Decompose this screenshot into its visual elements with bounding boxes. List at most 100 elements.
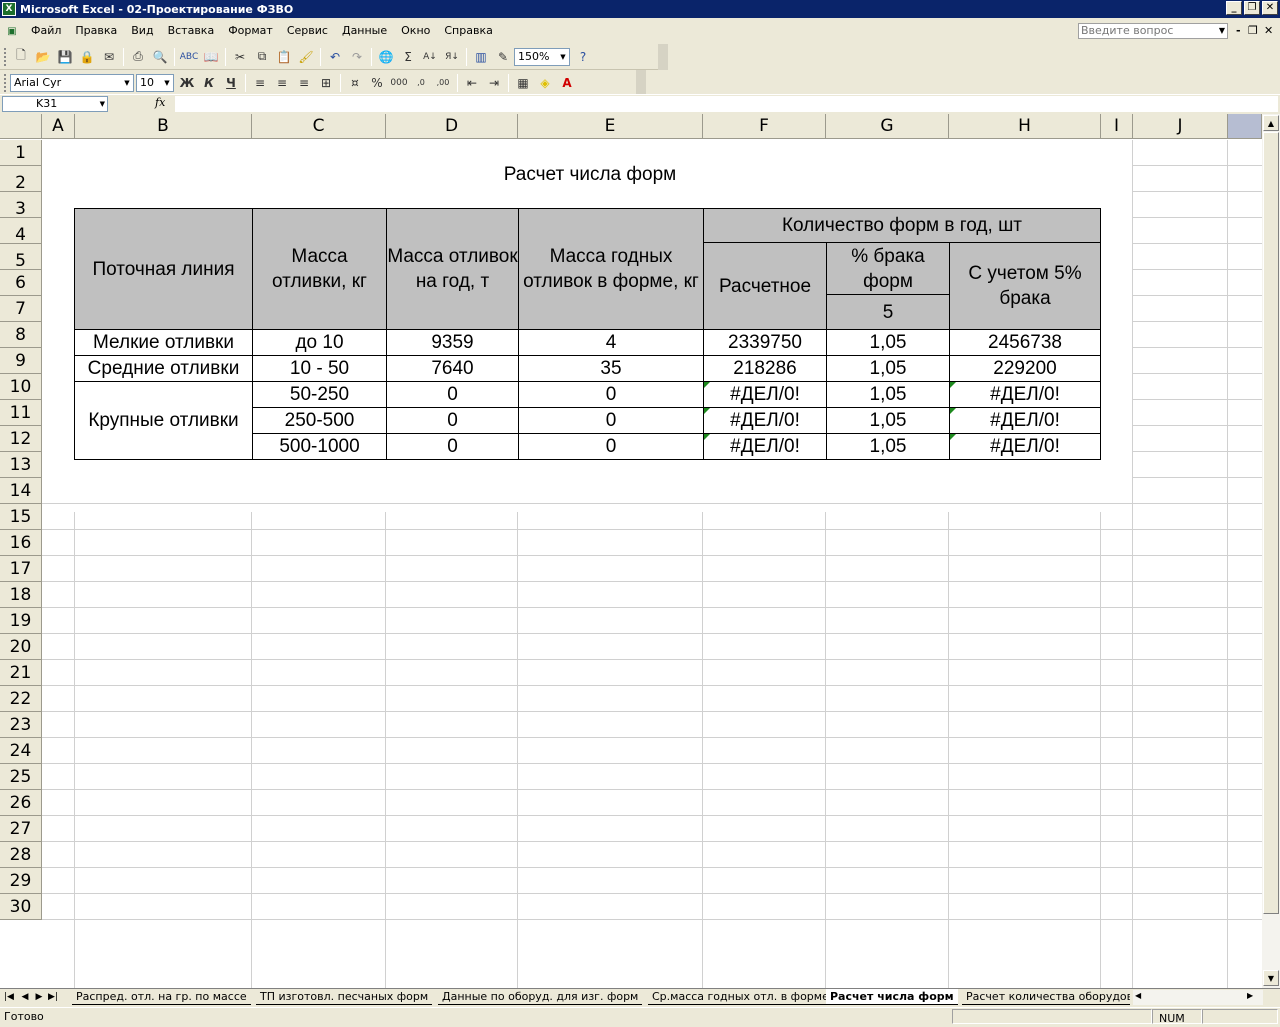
prev-sheet-icon[interactable]: ◀ [18, 990, 32, 1004]
align-center-icon[interactable]: ≡ [271, 72, 293, 94]
row-header[interactable]: 13 [0, 452, 42, 478]
open-icon[interactable]: 📂 [32, 46, 54, 68]
cell-good[interactable]: 0 [518, 381, 704, 408]
header-mass-good[interactable]: Масса годных отливок в форме, кг [518, 208, 704, 330]
align-right-icon[interactable]: ≡ [293, 72, 315, 94]
minimize-button[interactable]: _ [1226, 1, 1242, 15]
menu-file[interactable]: Файл [24, 21, 68, 41]
cell-mass[interactable]: 250-500 [252, 407, 387, 434]
sheet-tab[interactable]: ТП изготовл. песчаных форм [256, 989, 433, 1005]
print-preview-icon[interactable]: 🔍 [149, 46, 171, 68]
increase-indent-icon[interactable]: ⇥ [483, 72, 505, 94]
menu-help[interactable]: Справка [437, 21, 499, 41]
row-header[interactable]: 1 [0, 140, 42, 166]
column-header[interactable]: D [386, 114, 518, 139]
menu-window[interactable]: Окно [394, 21, 437, 41]
print-icon[interactable]: ⎙ [127, 46, 149, 68]
header-with-defect[interactable]: С учетом 5% брака [949, 242, 1101, 330]
menu-tools[interactable]: Сервис [280, 21, 335, 41]
row-header[interactable]: 7 [0, 296, 42, 322]
row-header[interactable]: 28 [0, 842, 42, 868]
cell-coefficient[interactable]: 1,05 [826, 381, 950, 408]
cell-year[interactable]: 0 [386, 433, 519, 460]
toolbar-grip[interactable] [4, 47, 7, 66]
cell-good[interactable]: 4 [518, 329, 704, 356]
italic-button[interactable]: К [198, 72, 220, 94]
font-color-icon[interactable]: A [556, 72, 578, 94]
row-header[interactable]: 20 [0, 634, 42, 660]
decrease-indent-icon[interactable]: ⇤ [461, 72, 483, 94]
cell-year[interactable]: 0 [386, 381, 519, 408]
row-header[interactable]: 23 [0, 712, 42, 738]
close-button[interactable]: ✕ [1262, 1, 1278, 15]
cell-calculated[interactable]: 2339750 [703, 329, 827, 356]
cell-total[interactable]: #ДЕЛ/0! [949, 407, 1101, 434]
cell-line[interactable]: Мелкие отливки [74, 329, 253, 356]
cell-total[interactable]: #ДЕЛ/0! [949, 433, 1101, 460]
header-mass-casting[interactable]: Масса отливки, кг [252, 208, 387, 330]
paste-icon[interactable]: 📋 [273, 46, 295, 68]
doc-close-button[interactable]: ✕ [1264, 24, 1273, 37]
column-header[interactable]: I [1101, 114, 1133, 139]
cell-calculated[interactable]: #ДЕЛ/0! [703, 433, 827, 460]
scroll-right-icon[interactable]: ▶ [1247, 991, 1253, 1000]
scroll-up-icon[interactable]: ▲ [1263, 115, 1279, 131]
cell-year[interactable]: 0 [386, 407, 519, 434]
currency-icon[interactable]: ¤ [344, 72, 366, 94]
column-header[interactable]: E [518, 114, 703, 139]
borders-icon[interactable]: ▦ [512, 72, 534, 94]
font-name-select[interactable]: Arial Cyr ▼ [10, 73, 134, 92]
cell-year[interactable]: 9359 [386, 329, 519, 356]
cell-coefficient[interactable]: 1,05 [826, 433, 950, 460]
column-header[interactable]: G [826, 114, 949, 139]
row-header[interactable]: 21 [0, 660, 42, 686]
email-icon[interactable]: ✉ [98, 46, 120, 68]
redo-icon[interactable]: ↷ [346, 46, 368, 68]
row-header[interactable]: 29 [0, 868, 42, 894]
cell-good[interactable]: 35 [518, 355, 704, 382]
menu-insert[interactable]: Вставка [161, 21, 222, 41]
format-painter-icon[interactable]: 🖌 [295, 46, 317, 68]
header-forms-group[interactable]: Количество форм в год, шт [703, 208, 1101, 243]
row-header[interactable]: 8 [0, 322, 42, 348]
row-header[interactable]: 11 [0, 400, 42, 426]
cell-calculated[interactable]: 218286 [703, 355, 827, 382]
doc-minimize-button[interactable]: - [1236, 24, 1241, 37]
cell-good[interactable]: 0 [518, 433, 704, 460]
cell-mass[interactable]: 50-250 [252, 381, 387, 408]
save-icon[interactable]: 💾 [54, 46, 76, 68]
doc-restore-button[interactable]: ❐ [1248, 24, 1258, 37]
toolbar-options-icon[interactable] [636, 70, 646, 96]
column-header[interactable]: J [1133, 114, 1228, 139]
font-size-select[interactable]: 10 ▼ [136, 73, 174, 92]
column-header[interactable]: F [703, 114, 826, 139]
scroll-left-icon[interactable]: ◀ [1135, 991, 1141, 1000]
row-header[interactable]: 27 [0, 816, 42, 842]
cell-mass[interactable]: 500-1000 [252, 433, 387, 460]
row-header[interactable]: 14 [0, 478, 42, 504]
sheet-tab-active[interactable]: Расчет числа форм [826, 989, 958, 1005]
fill-color-icon[interactable]: ◈ [534, 72, 556, 94]
increase-decimal-icon[interactable]: ,0 [410, 72, 432, 94]
row-header[interactable]: 24 [0, 738, 42, 764]
cell-line-merged[interactable]: Крупные отливки [74, 381, 253, 460]
row-header[interactable]: 26 [0, 790, 42, 816]
header-defect-value[interactable]: 5 [826, 294, 950, 330]
toolbar-grip[interactable] [4, 73, 7, 92]
column-header[interactable] [1228, 114, 1262, 139]
menu-view[interactable]: Вид [124, 21, 160, 41]
workbook-icon[interactable]: ▣ [0, 20, 24, 42]
row-header[interactable]: 3 [0, 192, 42, 219]
row-header[interactable]: 15 [0, 504, 42, 530]
column-header[interactable]: C [252, 114, 386, 139]
permission-icon[interactable]: 🔒 [76, 46, 98, 68]
sheet-tab[interactable]: Расчет количества оборудован [962, 989, 1130, 1005]
cell-calculated[interactable]: #ДЕЛ/0! [703, 407, 827, 434]
undo-icon[interactable]: ↶ [324, 46, 346, 68]
formula-input[interactable] [175, 96, 1278, 112]
vertical-scrollbar[interactable]: ▲ ▼ [1262, 114, 1280, 988]
cell-good[interactable]: 0 [518, 407, 704, 434]
research-icon[interactable]: 📖 [200, 46, 222, 68]
row-header[interactable]: 19 [0, 608, 42, 634]
underline-button[interactable]: Ч [220, 72, 242, 94]
